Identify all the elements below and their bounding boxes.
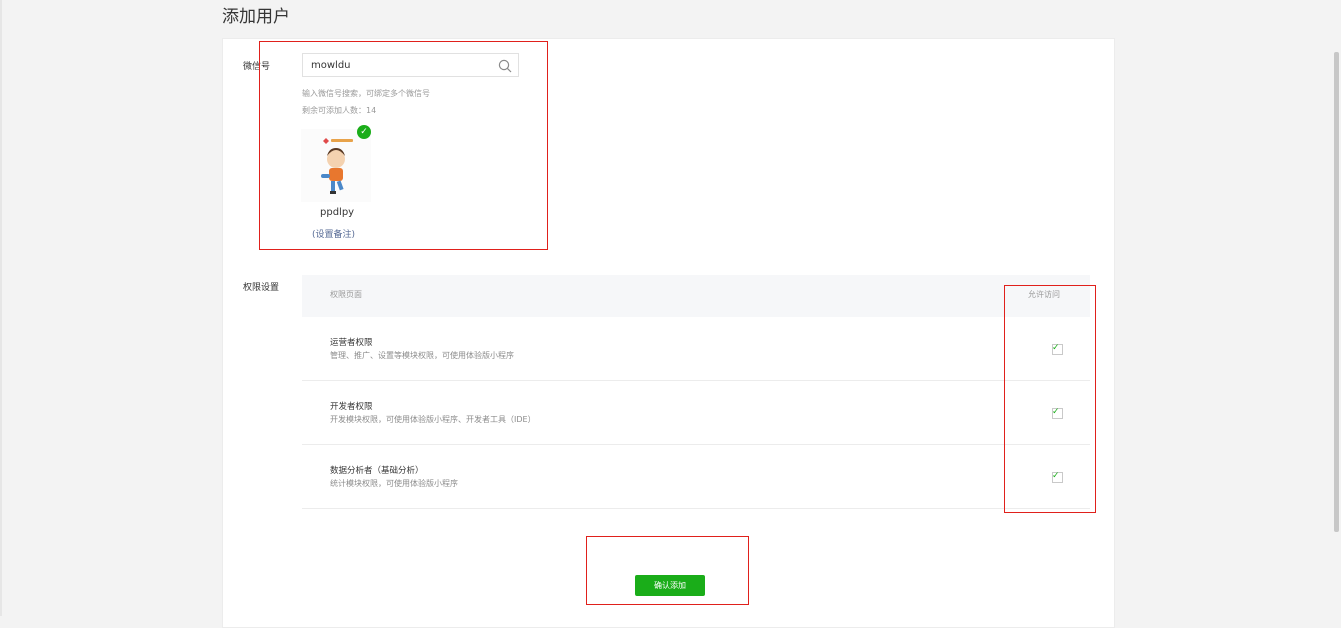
- permission-settings-label: 权限设置: [243, 283, 280, 293]
- permission-description: 统计模块权限，可使用体验版小程序: [330, 479, 458, 488]
- permission-description: 管理、推广、设置等模块权限，可使用体验版小程序: [330, 351, 514, 360]
- permission-table: 权限页面 允许访问 运营者权限 管理、推广、设置等模块权限，可使用体验版小程序 …: [302, 275, 1090, 511]
- annotation-box-access: [1004, 285, 1096, 513]
- annotation-box-confirm: [586, 536, 749, 605]
- permission-title: 开发者权限: [330, 402, 373, 412]
- page-scrollbar[interactable]: [1334, 52, 1339, 532]
- permission-row-data-analyst: 数据分析者（基础分析） 统计模块权限，可使用体验版小程序 ✓: [302, 445, 1090, 509]
- permission-title: 运营者权限: [330, 338, 373, 348]
- permission-title: 数据分析者（基础分析）: [330, 466, 424, 476]
- permission-table-header: 权限页面 允许访问: [302, 275, 1090, 317]
- window-left-edge: [0, 0, 2, 616]
- permission-row-developer: 开发者权限 开发模块权限，可使用体验版小程序、开发者工具（IDE） ✓: [302, 381, 1090, 445]
- page-title: 添加用户: [222, 7, 290, 27]
- permission-row-operator: 运营者权限 管理、推广、设置等模块权限，可使用体验版小程序 ✓: [302, 317, 1090, 381]
- annotation-box-wechat: [259, 41, 548, 250]
- permission-description: 开发模块权限，可使用体验版小程序、开发者工具（IDE）: [330, 415, 536, 424]
- header-permission-page: 权限页面: [330, 290, 362, 299]
